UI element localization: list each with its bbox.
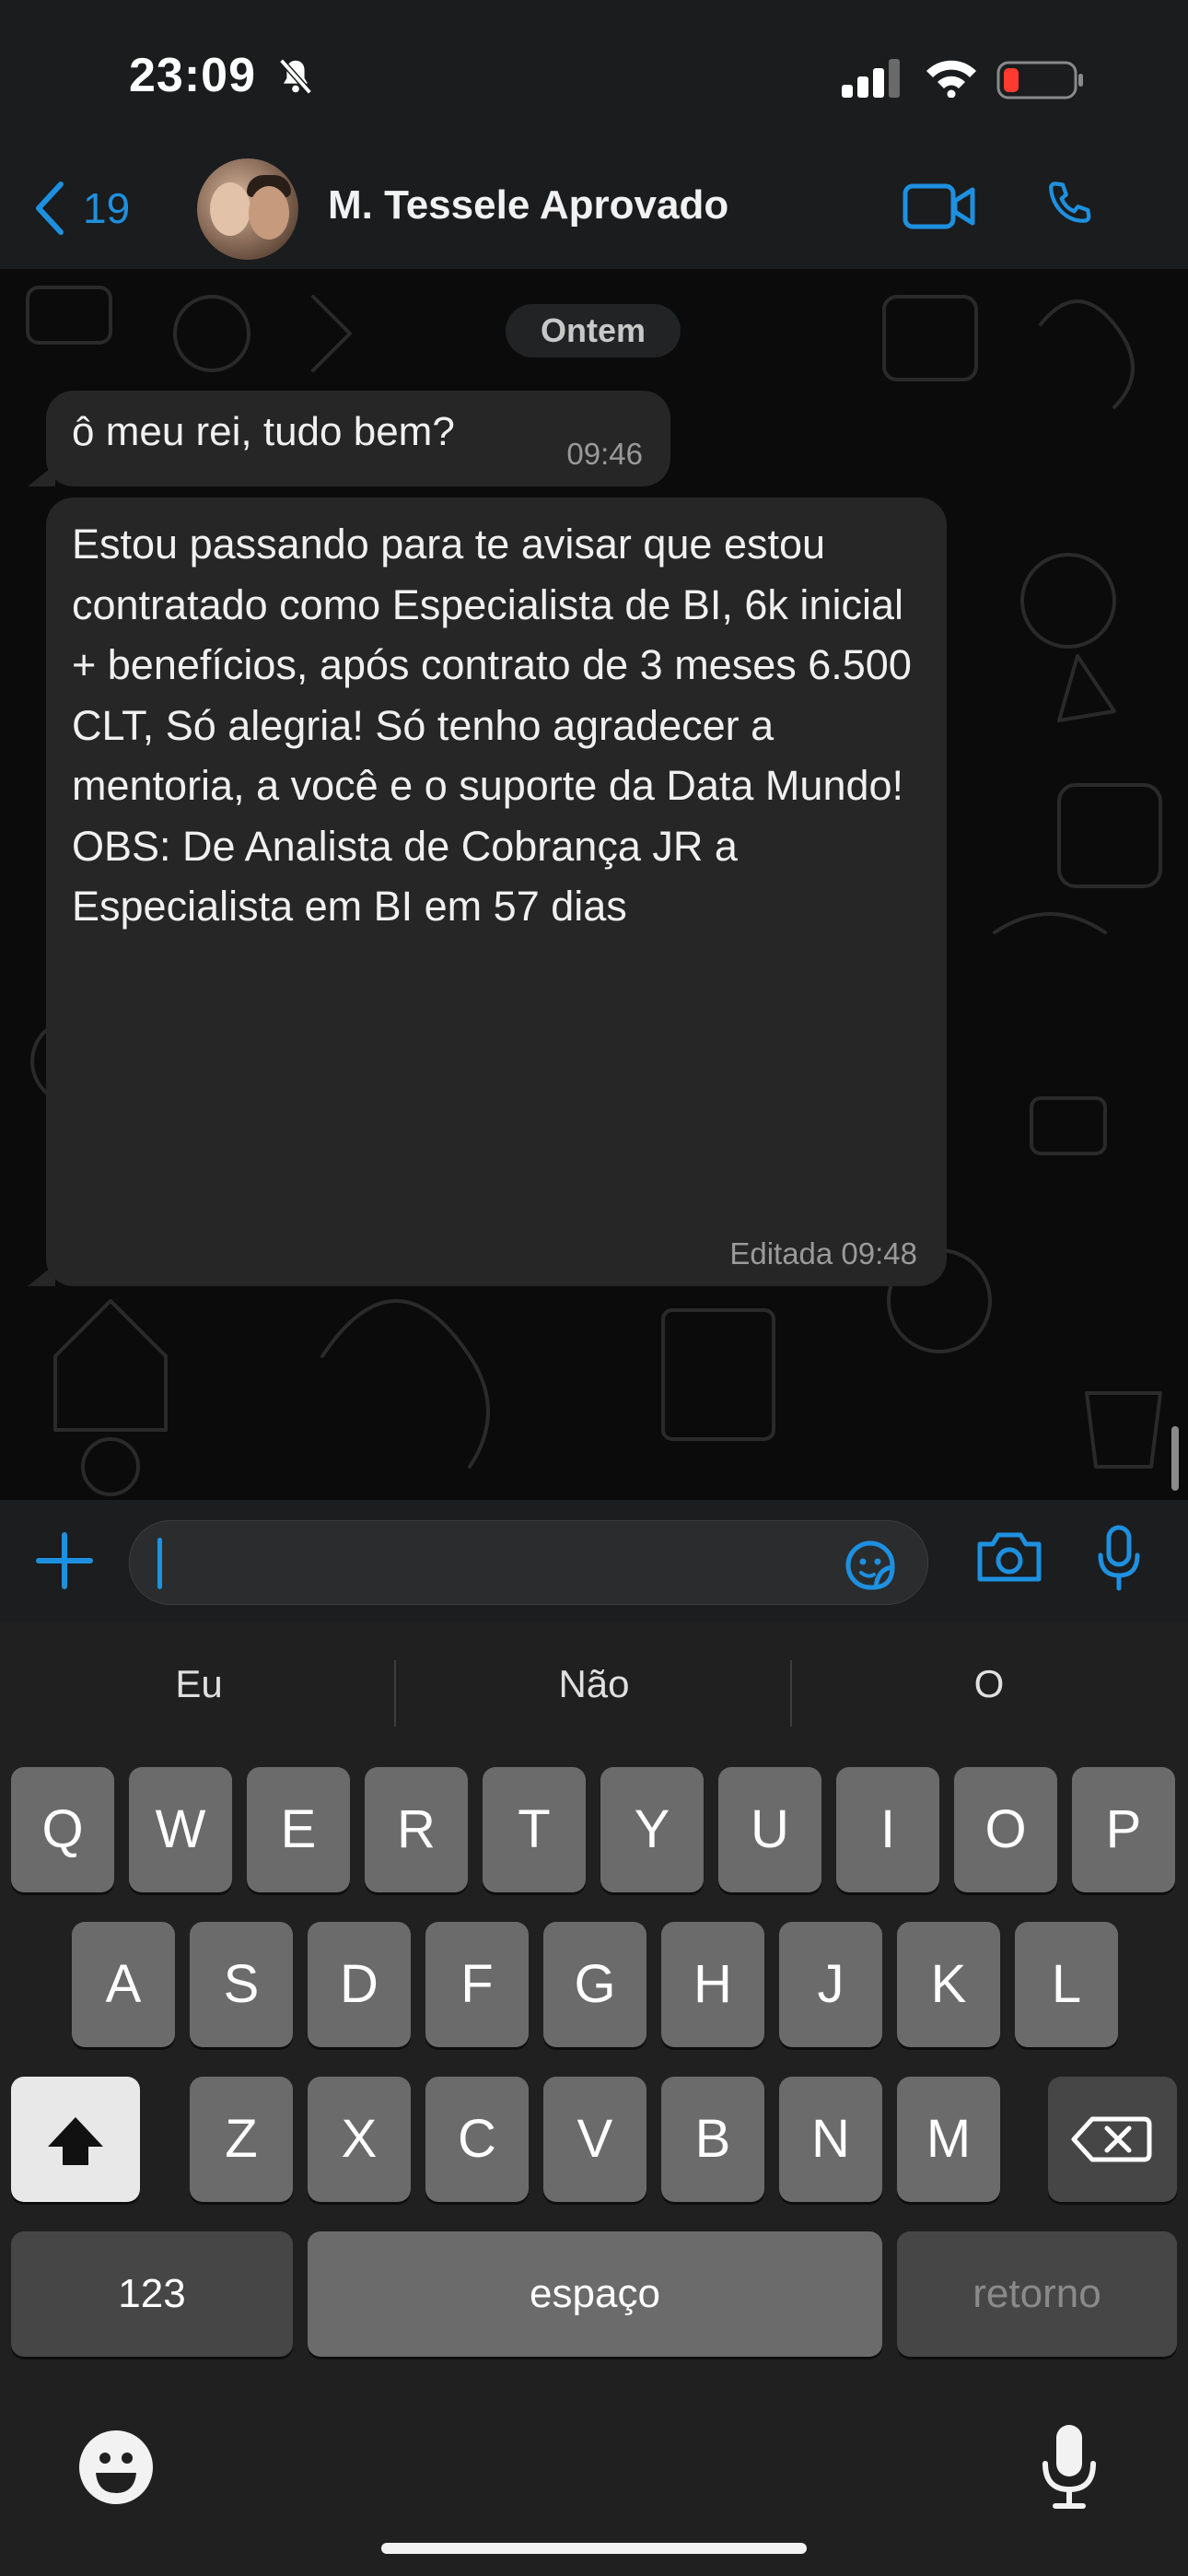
backspace-icon [1071, 2116, 1152, 2162]
keyboard: Eu Não O Q W E R T Y U I O P A S D F G H… [0, 1622, 1188, 2576]
shift-arrow-icon [48, 2117, 103, 2165]
video-call-button[interactable] [903, 179, 976, 239]
wifi-icon [925, 57, 978, 102]
camera-button[interactable] [976, 1529, 1042, 1589]
key[interactable]: M [897, 2077, 1000, 2202]
video-camera-icon [903, 183, 975, 229]
suggestion-3[interactable]: O [805, 1662, 1173, 1706]
battery-low-icon [996, 59, 1085, 106]
key[interactable]: A [72, 1922, 175, 2047]
voice-call-button[interactable] [1041, 177, 1100, 240]
scroll-indicator[interactable] [1171, 1426, 1179, 1491]
key[interactable]: K [897, 1922, 1000, 2047]
suggestion-1[interactable]: Eu [15, 1662, 383, 1706]
text-caret [157, 1538, 162, 1589]
camera-icon [977, 1532, 1042, 1582]
chevron-left-icon [36, 181, 64, 235]
key[interactable]: C [425, 2077, 529, 2202]
key[interactable]: N [779, 2077, 882, 2202]
contact-name[interactable]: M. Tessele Aprovado [328, 182, 728, 228]
space-key[interactable]: espaço [308, 2231, 882, 2357]
key[interactable]: P [1072, 1767, 1175, 1892]
key[interactable]: V [543, 2077, 646, 2202]
message-input[interactable] [129, 1520, 928, 1605]
backspace-key[interactable] [1048, 2077, 1177, 2202]
key[interactable]: Q [11, 1767, 114, 1892]
unread-count: 19 [83, 184, 131, 232]
status-bar: 23:09 [0, 0, 1188, 147]
dictation-button[interactable] [1039, 2423, 1100, 2516]
key[interactable]: E [247, 1767, 350, 1892]
back-button[interactable]: 19 [33, 181, 130, 236]
shift-key[interactable] [11, 2077, 140, 2202]
chat-area[interactable]: Ontem ô meu rei, tudo bem? 09:46 Estou p… [0, 269, 1188, 1500]
chat-header: 19 M. Tessele Aprovado [0, 147, 1188, 270]
message-time: 09:46 [566, 437, 643, 471]
message-time: Editada 09:48 [729, 1236, 917, 1270]
suggestion-divider [790, 1660, 792, 1727]
key[interactable]: L [1015, 1922, 1118, 2047]
phone-icon [1049, 181, 1091, 223]
key[interactable]: I [836, 1767, 939, 1892]
silent-bell-icon [274, 55, 317, 102]
emoji-button[interactable] [77, 2429, 155, 2511]
cellular-signal-icon [842, 59, 903, 102]
key[interactable]: J [779, 1922, 882, 2047]
suggestion-divider [394, 1660, 396, 1727]
key[interactable]: Y [600, 1767, 704, 1892]
voice-message-button[interactable] [1096, 1524, 1142, 1598]
numbers-key[interactable]: 123 [11, 2231, 293, 2357]
key[interactable]: B [661, 2077, 764, 2202]
attach-button[interactable] [35, 1531, 94, 1595]
key[interactable]: G [543, 1922, 646, 2047]
key[interactable]: O [954, 1767, 1057, 1892]
key[interactable]: W [129, 1767, 232, 1892]
emoji-icon [79, 2430, 153, 2504]
home-indicator[interactable] [381, 2543, 807, 2554]
key[interactable]: X [308, 2077, 411, 2202]
message-bubble[interactable]: Estou passando para te avisar que estou … [46, 498, 947, 1286]
key[interactable]: T [483, 1767, 586, 1892]
key[interactable]: F [425, 1922, 529, 2047]
sticker-icon [845, 1540, 895, 1590]
status-time: 23:09 [129, 49, 256, 102]
message-text: ô meu rei, tudo bem? [72, 409, 455, 454]
key[interactable]: D [308, 1922, 411, 2047]
key[interactable]: H [661, 1922, 764, 2047]
date-separator: Ontem [506, 304, 681, 357]
suggestion-2[interactable]: Não [410, 1662, 778, 1706]
message-text: Estou passando para te avisar que estou … [72, 521, 912, 930]
key[interactable]: R [365, 1767, 468, 1892]
microphone-icon [1098, 1525, 1140, 1591]
microphone-icon [1042, 2425, 1096, 2509]
return-key[interactable]: retorno [897, 2231, 1177, 2357]
key[interactable]: S [190, 1922, 293, 2047]
contact-avatar[interactable] [197, 158, 298, 260]
sticker-button[interactable] [841, 1536, 900, 1599]
message-composer [0, 1500, 1188, 1622]
key[interactable]: Z [190, 2077, 293, 2202]
plus-icon [36, 1532, 93, 1589]
message-bubble[interactable]: ô meu rei, tudo bem? 09:46 [46, 391, 670, 486]
key[interactable]: U [718, 1767, 821, 1892]
